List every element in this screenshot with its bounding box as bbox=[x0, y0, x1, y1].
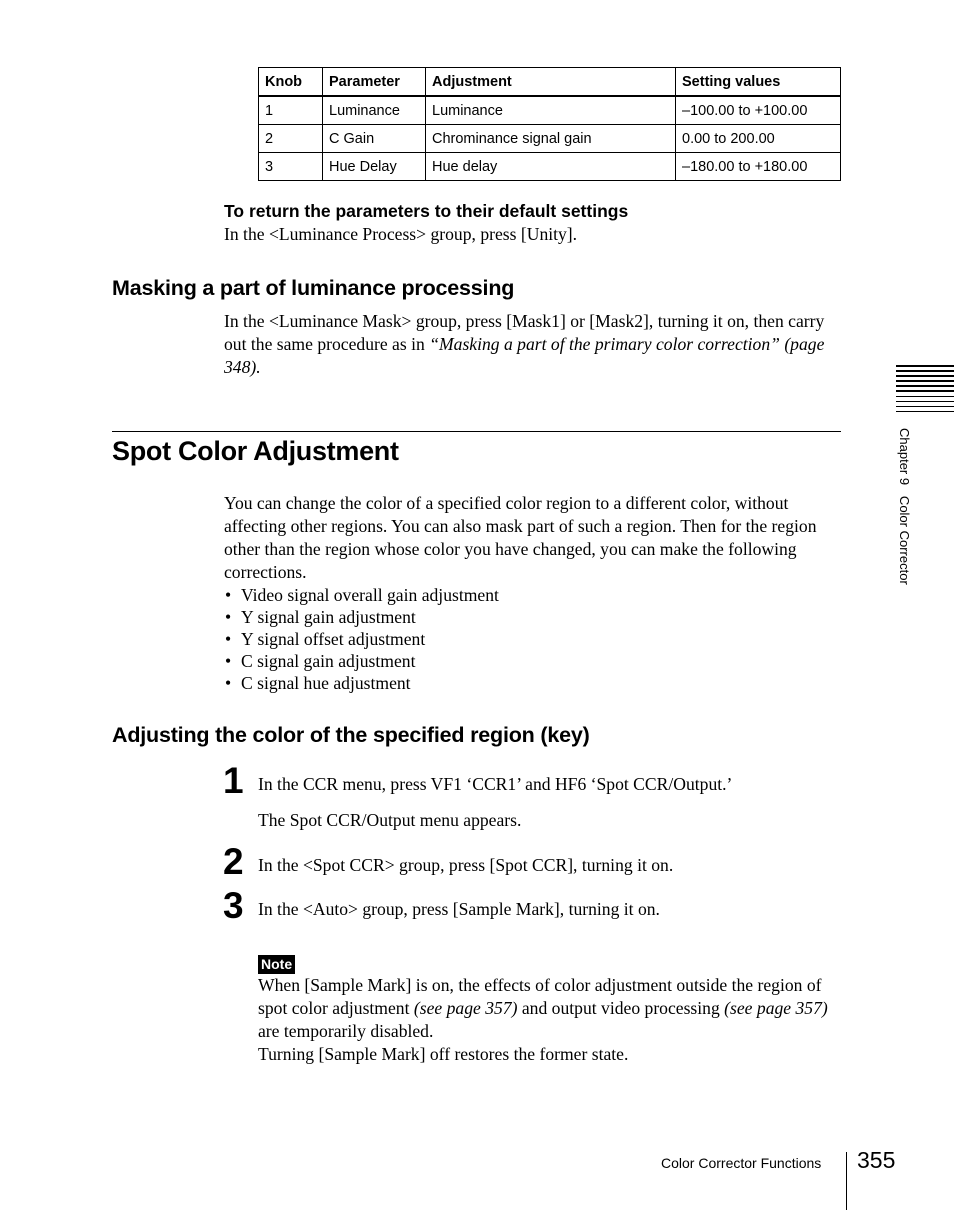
table-cell: –180.00 to +180.00 bbox=[675, 152, 841, 181]
column-header: Knob bbox=[258, 67, 323, 97]
bullet-icon: • bbox=[225, 673, 232, 693]
column-header: Setting values bbox=[675, 67, 841, 97]
table-cell: Hue delay bbox=[425, 152, 676, 181]
knob-parameter-table: Knob Parameter Adjustment Setting values… bbox=[258, 67, 841, 181]
step-text: In the <Spot CCR> group, press [Spot CCR… bbox=[258, 855, 674, 875]
chapter-tab-lines bbox=[896, 365, 954, 416]
table-row: 1 Luminance Luminance –100.00 to +100.00 bbox=[258, 95, 841, 125]
corrections-list: • Video signal overall gain adjustment • Y… bbox=[224, 584, 499, 694]
table-cell: Hue Delay bbox=[322, 152, 426, 181]
note-paragraph-2: Turning [Sample Mark] off restores the f… bbox=[258, 1044, 629, 1064]
bullet-icon: • bbox=[225, 585, 232, 605]
table-cell: –100.00 to +100.00 bbox=[675, 95, 841, 125]
key-heading: Adjusting the color of the specified reg… bbox=[112, 723, 590, 747]
page-number: 355 bbox=[857, 1147, 896, 1173]
table-cell: 2 bbox=[258, 124, 323, 153]
spot-intro: You can change the color of a specified … bbox=[224, 493, 817, 582]
table-cell: 1 bbox=[258, 95, 323, 125]
bullet-icon: • bbox=[225, 629, 232, 649]
list-item: • C signal hue adjustment bbox=[225, 673, 411, 693]
crossref-link[interactable]: (see page 357) bbox=[724, 998, 828, 1018]
step-number: 1 bbox=[223, 760, 244, 801]
table-cell: Luminance bbox=[322, 95, 426, 125]
footer-section-name: Color Corrector Functions bbox=[661, 1155, 822, 1171]
table-cell: C Gain bbox=[322, 124, 426, 153]
note-label: Note bbox=[258, 955, 296, 974]
column-header: Parameter bbox=[322, 67, 426, 97]
table-header-row: Knob Parameter Adjustment Setting values bbox=[258, 67, 841, 97]
table-row: 2 C Gain Chrominance signal gain 0.00 to… bbox=[258, 124, 841, 153]
masking-paragraph: In the <Luminance Mask> group, press [Ma… bbox=[224, 310, 844, 379]
list-item: • Video signal overall gain adjustment bbox=[225, 585, 499, 605]
step-text: In the CCR menu, press VF1 ‘CCR1’ and HF… bbox=[258, 774, 733, 794]
table-cell: 3 bbox=[258, 152, 323, 181]
chapter-side-label: Chapter 9 Color Corrector bbox=[897, 428, 912, 585]
step-number: 2 bbox=[223, 841, 244, 882]
defaults-text: In the <Luminance Process> group, press … bbox=[224, 224, 578, 244]
masking-heading: Masking a part of luminance processing bbox=[112, 276, 515, 300]
table-row: 3 Hue Delay Hue delay –180.00 to +180.00 bbox=[258, 152, 841, 181]
section-title: Spot Color Adjustment bbox=[112, 436, 399, 466]
list-item: • C signal gain adjustment bbox=[225, 651, 416, 671]
table-cell: Luminance bbox=[425, 95, 676, 125]
section-divider bbox=[112, 431, 841, 432]
column-header: Adjustment bbox=[425, 67, 676, 97]
table-cell: Chrominance signal gain bbox=[425, 124, 676, 153]
crossref-link[interactable]: (see page 357) bbox=[414, 998, 518, 1018]
step-number: 3 bbox=[223, 885, 244, 926]
note-block: Note bbox=[258, 955, 296, 974]
list-item: • Y signal gain adjustment bbox=[225, 607, 416, 627]
defaults-heading: To return the parameters to their defaul… bbox=[224, 201, 629, 221]
step-text: In the <Auto> group, press [Sample Mark]… bbox=[258, 899, 660, 919]
list-item: • Y signal offset adjustment bbox=[225, 629, 426, 649]
bullet-icon: • bbox=[225, 607, 232, 627]
bullet-icon: • bbox=[225, 651, 232, 671]
table-cell: 0.00 to 200.00 bbox=[675, 124, 841, 153]
note-paragraph: When [Sample Mark] is on, the effects of… bbox=[258, 975, 828, 1041]
step-result: The Spot CCR/Output menu appears. bbox=[258, 810, 522, 830]
footer-divider bbox=[846, 1152, 847, 1210]
